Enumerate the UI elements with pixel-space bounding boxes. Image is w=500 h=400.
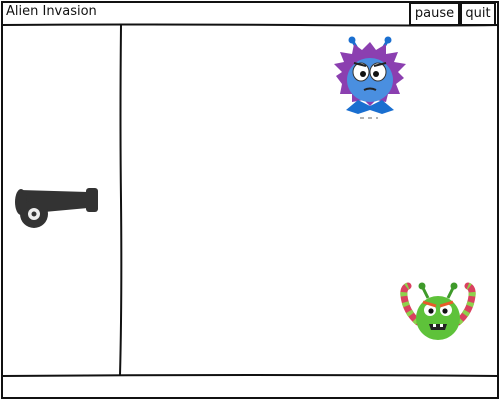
quit-button[interactable]: quit [460, 2, 496, 26]
green-alien-icon[interactable] [396, 282, 480, 346]
game-window: Alien Invasion pause quit [0, 0, 500, 400]
pause-button[interactable]: pause [409, 2, 460, 26]
status-bar [2, 377, 496, 397]
cannon-icon[interactable] [14, 178, 100, 230]
window-title: Alien Invasion [6, 4, 97, 19]
blue-alien-icon[interactable] [330, 36, 410, 122]
